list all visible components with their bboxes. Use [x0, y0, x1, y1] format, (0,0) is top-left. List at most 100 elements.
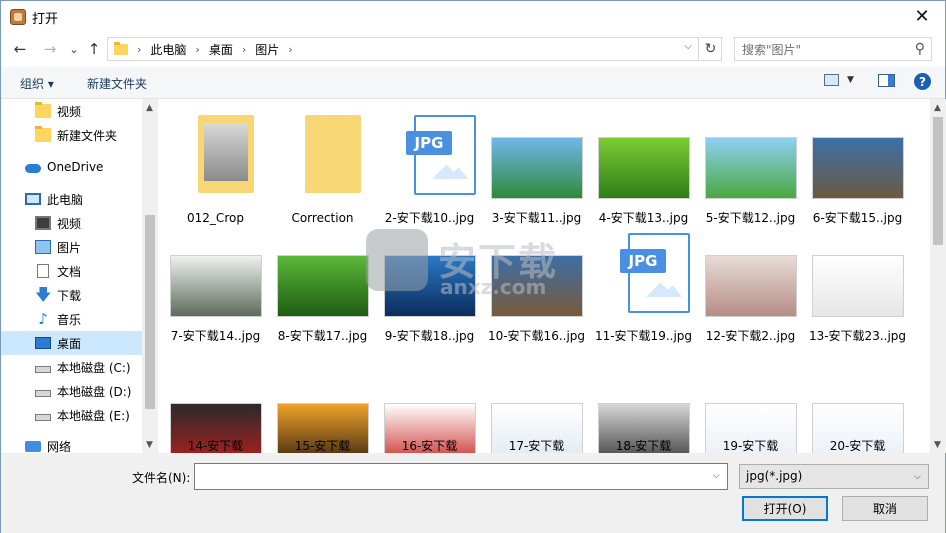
sidebar-item-videos[interactable]: 视频	[1, 211, 142, 235]
drive-icon	[35, 366, 51, 373]
close-button[interactable]: ✕	[899, 1, 945, 32]
breadcrumb-desktop[interactable]: 桌面	[209, 41, 233, 58]
file-name-label: 5-安下载12..jpg	[705, 211, 796, 225]
sidebar-item-label: 本地磁盘 (E:)	[57, 408, 130, 423]
file-type-select[interactable]: jpg(*.jpg)	[739, 464, 929, 489]
scroll-up-icon[interactable]: ▲	[146, 103, 153, 113]
file-list: 012_Crop Correction JPG 2-安下载10..jpg 3-安下载11…	[158, 99, 930, 453]
chevron-down-icon[interactable]: ⌵	[713, 471, 720, 481]
file-name-label: Correction	[291, 211, 354, 225]
app-icon	[10, 9, 26, 25]
open-file-dialog: 打开 ✕ ← → ⌄ ↑ › 此电脑 › 桌面 › 图片 › ⌵ ↻ 搜索"图片…	[0, 0, 946, 533]
jpg-file-icon: JPG	[620, 233, 690, 313]
image-thumbnail	[812, 137, 904, 199]
command-toolbar: 组织 ▾ 新建文件夹	[1, 67, 945, 99]
up-arrow-icon[interactable]: ↑	[83, 38, 105, 60]
chevron-down-icon[interactable]: ▼	[847, 75, 854, 85]
title-bar: 打开 ✕	[1, 1, 945, 32]
breadcrumb-separator-icon: ›	[288, 42, 293, 56]
organize-menu[interactable]: 组织 ▾	[20, 75, 54, 92]
chevron-down-icon[interactable]: ⌵	[684, 41, 692, 52]
drive-icon	[35, 390, 51, 397]
image-thumbnail	[384, 255, 476, 317]
sidebar-item-videos-folder[interactable]: 视频	[1, 99, 142, 123]
image-thumbnail	[705, 255, 797, 317]
window-title: 打开	[32, 12, 59, 27]
scroll-down-icon[interactable]: ▼	[934, 440, 941, 450]
scroll-down-icon[interactable]: ▼	[146, 440, 153, 450]
cancel-button[interactable]: 取消	[842, 496, 928, 521]
file-name-label: 7-安下载14..jpg	[170, 329, 261, 343]
back-arrow-icon[interactable]: ←	[9, 38, 31, 60]
recent-locations-icon[interactable]: ⌄	[63, 38, 85, 60]
image-thumbnail	[491, 137, 583, 199]
sidebar-item-label: 视频	[57, 216, 82, 231]
sidebar-item-network[interactable]: 网络	[1, 434, 142, 453]
drive-icon	[35, 414, 51, 421]
sidebar-item-drive-e[interactable]: 本地磁盘 (E:)	[1, 403, 142, 427]
sidebar-item-label: 本地磁盘 (D:)	[57, 384, 132, 399]
search-input[interactable]: 搜索"图片" ⚲	[734, 37, 932, 61]
filename-input[interactable]	[194, 463, 728, 490]
open-button[interactable]: 打开(O)	[742, 496, 828, 521]
filename-label: 文件名(N):	[132, 471, 191, 485]
sidebar-item-label: 音乐	[57, 312, 82, 327]
image-thumbnail	[277, 255, 369, 317]
sidebar-item-downloads[interactable]: 🡇 下载	[1, 283, 142, 307]
preview-pane-icon[interactable]	[878, 74, 895, 87]
sidebar-item-this-pc[interactable]: 此电脑	[1, 187, 142, 211]
image-thumbnail	[491, 403, 583, 453]
breadcrumb-separator-icon: ›	[137, 42, 142, 56]
breadcrumb-this-pc[interactable]: 此电脑	[150, 41, 186, 58]
image-glyph-icon	[646, 282, 682, 297]
sidebar-item-new-folder[interactable]: 新建文件夹	[1, 123, 142, 147]
address-bar[interactable]: › 此电脑 › 桌面 › 图片 › ⌵	[107, 37, 699, 61]
file-name-label: 4-安下载13..jpg	[598, 211, 689, 225]
image-glyph-icon	[432, 164, 468, 179]
search-icon[interactable]: ⚲	[915, 41, 925, 57]
change-view-icon[interactable]	[824, 74, 839, 86]
help-icon[interactable]: ?	[914, 73, 931, 90]
new-folder-button[interactable]: 新建文件夹	[87, 75, 147, 92]
sidebar-item-label: 视频	[57, 104, 82, 119]
sidebar-item-drive-c[interactable]: 本地磁盘 (C:)	[1, 355, 142, 379]
sidebar-item-desktop[interactable]: 桌面	[1, 331, 142, 355]
sidebar-item-pictures[interactable]: 图片	[1, 235, 142, 259]
image-thumbnail	[170, 403, 262, 453]
image-thumbnail	[812, 403, 904, 453]
scroll-up-icon[interactable]: ▲	[934, 103, 941, 113]
desktop-icon	[35, 337, 51, 349]
sidebar-item-documents[interactable]: 文档	[1, 259, 142, 283]
image-thumbnail	[277, 403, 369, 453]
jpg-badge-icon: JPG	[406, 131, 452, 155]
chevron-down-icon[interactable]: ⌵	[914, 472, 921, 482]
sidebar-item-label: 网络	[47, 439, 72, 454]
file-name-label: 11-安下载19..jpg	[594, 329, 693, 343]
breadcrumb-separator-icon: ›	[241, 42, 247, 56]
folder-preview-thumbnail	[204, 123, 248, 181]
network-icon	[25, 440, 41, 452]
sidebar-item-label: 新建文件夹	[57, 128, 118, 143]
folder-icon	[35, 126, 51, 142]
sidebar-item-drive-d[interactable]: 本地磁盘 (D:)	[1, 379, 142, 403]
file-name-label: 8-安下载17..jpg	[277, 329, 368, 343]
image-thumbnail	[598, 137, 690, 199]
file-name-label: 10-安下载16..jpg	[487, 329, 586, 343]
breadcrumb-pictures[interactable]: 图片	[255, 41, 279, 58]
file-list-scrollbar-thumb[interactable]	[933, 117, 943, 245]
image-thumbnail	[705, 403, 797, 453]
breadcrumb-separator-icon: ›	[195, 42, 200, 56]
file-name-label: 12-安下载2..jpg	[705, 329, 796, 343]
sidebar-item-music[interactable]: ♪ 音乐	[1, 307, 142, 331]
forward-arrow-icon[interactable]: →	[39, 38, 61, 60]
folder-icon	[114, 41, 128, 55]
navigation-bar: ← → ⌄ ↑ › 此电脑 › 桌面 › 图片 › ⌵ ↻ 搜索"图片" ⚲	[1, 32, 945, 66]
refresh-icon[interactable]: ↻	[700, 37, 722, 61]
sidebar-item-onedrive[interactable]: OneDrive	[1, 155, 142, 179]
music-icon: ♪	[38, 310, 48, 328]
folder-icon	[198, 115, 254, 193]
video-icon	[35, 216, 51, 230]
search-placeholder: 搜索"图片"	[742, 42, 802, 57]
folder-icon	[305, 115, 361, 193]
sidebar-scrollbar-thumb[interactable]	[145, 215, 155, 409]
